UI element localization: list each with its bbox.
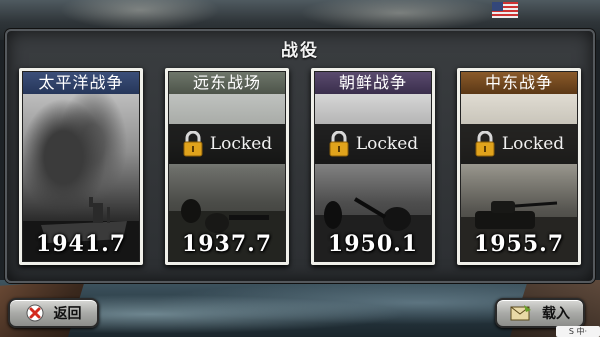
campaign-card-korean-war[interactable]: 朝鲜战争 Locked 1950.1 (311, 68, 435, 265)
campaign-name: 朝鲜战争 (315, 72, 431, 94)
locked-overlay: Locked (315, 124, 431, 164)
padlock-icon (475, 131, 495, 157)
campaign-year: 1937.7 (181, 231, 273, 257)
back-button[interactable]: 返回 (8, 298, 99, 328)
campaign-card-middle-east[interactable]: 中东战争 Locked 1955.7 (457, 68, 581, 265)
load-label: 载入 (542, 306, 570, 322)
campaign-name: 远东战场 (169, 72, 285, 94)
campaign-card-far-east[interactable]: 远东战场 Locked 1937.7 (165, 68, 289, 265)
campaign-year: 1955.7 (473, 231, 565, 257)
close-x-icon (26, 304, 43, 322)
locked-label: Locked (355, 134, 419, 154)
campaign-year: 1950.1 (327, 231, 419, 257)
padlock-icon (183, 131, 203, 157)
back-label: 返回 (53, 306, 82, 322)
flag-decoration (492, 2, 518, 18)
campaign-name: 太平洋战争 (23, 72, 139, 94)
locked-label: Locked (501, 134, 565, 154)
load-button[interactable]: 载入 (495, 298, 585, 328)
locked-label: Locked (209, 134, 273, 154)
locked-overlay: Locked (169, 124, 285, 164)
campaign-name: 中东战争 (461, 72, 577, 94)
envelope-icon (510, 305, 531, 321)
page-title: 战役 (281, 41, 319, 61)
locked-overlay: Locked (461, 124, 577, 164)
campaign-year: 1941.7 (35, 231, 127, 257)
padlock-icon (329, 131, 349, 157)
input-method-indicator: S 中· (556, 326, 600, 337)
campaign-card-pacific-war[interactable]: 太平洋战争 1941.7 (19, 68, 143, 265)
